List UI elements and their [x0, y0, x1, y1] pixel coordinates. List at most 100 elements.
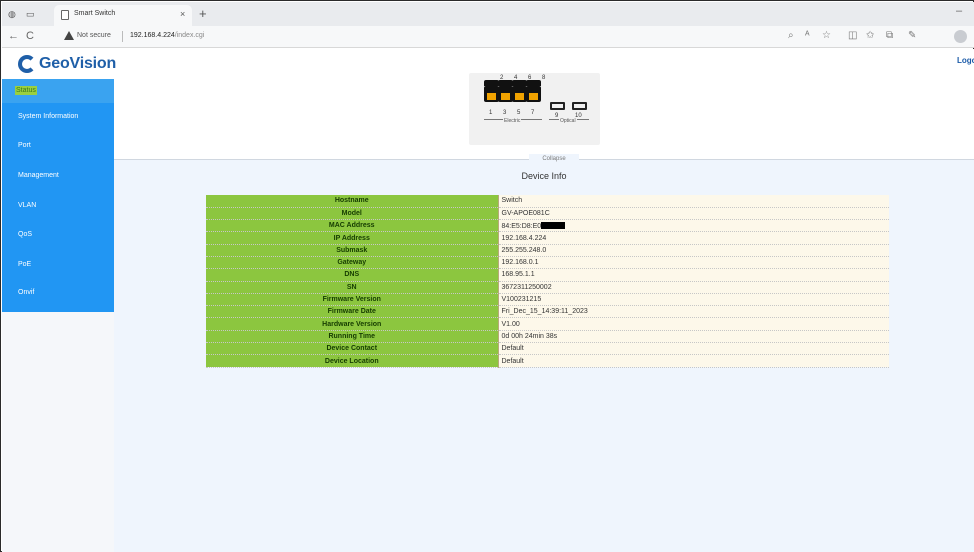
device-info-table: Hostname Switch Model GV-APOE081C MAC Addres…	[206, 195, 889, 368]
info-key: Device Contact	[206, 342, 499, 356]
info-value: 192.168.4.224	[498, 231, 889, 245]
sidebar-item-label: Onvif	[18, 289, 35, 296]
new-tab-button[interactable]: +	[199, 6, 207, 21]
page-title: Device Info	[521, 171, 567, 181]
url-path: /index.cgi	[174, 32, 205, 39]
info-key: DNS	[206, 268, 499, 282]
port-number: 5	[517, 110, 521, 116]
info-value-text: 192.168.0.1	[501, 259, 539, 267]
sidebar-item-management[interactable]: Management	[2, 162, 114, 191]
info-value-text: 255.255.248.0	[501, 246, 547, 254]
sidebar-item-port[interactable]: Port	[2, 132, 114, 161]
tab-actions-icon[interactable]: ▭	[26, 9, 35, 20]
info-key: Running Time	[206, 330, 499, 344]
info-value: V1.00	[498, 317, 889, 331]
collections-icon[interactable]: ⧉	[886, 30, 893, 41]
favorite-star-icon[interactable]: ☆	[822, 30, 831, 41]
address-divider	[122, 31, 123, 42]
table-row: Model GV-APOE081C	[206, 207, 889, 221]
sfp-port-icon[interactable]	[572, 102, 587, 110]
info-value: GV-APOE081C	[498, 207, 889, 221]
extensions-icon[interactable]: ✎	[908, 30, 916, 41]
optical-label: Optical	[559, 118, 577, 124]
back-button[interactable]: ←	[8, 30, 19, 42]
info-value: 0d 00h 24min 38s	[498, 330, 889, 344]
collapse-toggle[interactable]: Collapse	[529, 154, 579, 164]
sidebar-item-poe[interactable]: PoE	[2, 251, 114, 280]
info-value: 168.95.1.1	[498, 268, 889, 282]
split-screen-icon[interactable]: ◫	[848, 30, 857, 41]
sidebar-item-label: Management	[18, 172, 59, 179]
geovision-logo: GeoVision	[18, 53, 116, 75]
table-row: Hostname Switch	[206, 195, 889, 208]
sidebar-item-vlan[interactable]: VLAN	[2, 192, 114, 221]
port-number: 3	[503, 110, 507, 116]
port-number: 8	[542, 75, 546, 81]
info-key: Gateway	[206, 256, 499, 270]
info-value: V100231215	[498, 293, 889, 307]
sidebar-item-label: QoS	[18, 231, 33, 238]
tab-bar: ◍ ▭ Smart Switch × + –	[2, 2, 974, 26]
info-value: 84:E5:D8:E0	[498, 219, 889, 233]
rj45-port-icon[interactable]	[484, 86, 499, 102]
profile-avatar[interactable]	[954, 30, 967, 43]
info-value-text: 168.95.1.1	[501, 271, 535, 279]
rj45-port-icon[interactable]	[498, 86, 513, 102]
table-row: Device Location Default	[206, 354, 889, 368]
info-key: Hostname	[206, 195, 499, 208]
info-key: Hardware Version	[206, 317, 499, 331]
info-key: Firmware Date	[206, 305, 499, 319]
electric-label: Electric	[503, 118, 522, 124]
status-menu-item[interactable]: Status	[15, 86, 37, 95]
table-row: Submask 255.255.248.0	[206, 244, 889, 257]
info-value-text: V100231215	[501, 296, 542, 304]
minimize-button[interactable]: –	[956, 5, 962, 17]
browser-tab[interactable]: Smart Switch ×	[54, 5, 192, 26]
info-value-text: Default	[501, 357, 524, 365]
sfp-port-icon[interactable]	[550, 102, 565, 110]
info-key: Submask	[206, 244, 499, 257]
info-value: 255.255.248.0	[498, 244, 889, 257]
info-key: Model	[206, 207, 499, 221]
close-tab-icon[interactable]: ×	[180, 9, 185, 19]
security-label[interactable]: Not secure	[77, 32, 111, 39]
port-number: 1	[489, 110, 493, 116]
table-row: Running Time 0d 00h 24min 38s	[206, 330, 889, 344]
rj45-port-icon[interactable]	[526, 86, 541, 102]
info-value: Default	[498, 354, 889, 368]
info-value: Switch	[498, 195, 889, 208]
device-panel: 2 4 6 8 1 3 5 7 9 10 Electric Optical	[114, 73, 974, 159]
table-row: DNS 168.95.1.1	[206, 268, 889, 282]
info-value-text: Fri_Dec_15_14:39:11_2023	[501, 308, 588, 316]
sidebar-item-system-information[interactable]: System Information	[2, 103, 114, 132]
info-value-text: 192.168.4.224	[501, 234, 547, 242]
search-icon[interactable]: ⌕	[788, 30, 794, 41]
info-value-text: 3672311250002	[501, 283, 552, 291]
table-row: Firmware Version V100231215	[206, 293, 889, 307]
info-value-text: GV-APOE081C	[501, 209, 550, 217]
favorites-icon[interactable]: ✩	[866, 30, 874, 41]
sidebar-item-qos[interactable]: QoS	[2, 221, 114, 250]
info-value: Fri_Dec_15_14:39:11_2023	[498, 305, 889, 319]
table-row: SN 3672311250002	[206, 281, 889, 294]
page-icon	[61, 10, 69, 20]
info-value-text: 84:E5:D8:E0	[501, 222, 542, 230]
info-key: Firmware Version	[206, 293, 499, 307]
warning-icon[interactable]	[64, 31, 74, 40]
workspaces-icon[interactable]: ◍	[8, 9, 16, 20]
info-value-text: Default	[501, 345, 524, 353]
read-aloud-icon[interactable]: ᴬ	[805, 30, 810, 41]
sidebar: Status System Information Port Managemen…	[2, 79, 114, 552]
web-page: GeoVision Logo Status System Information…	[2, 49, 974, 552]
logout-link[interactable]: Logo	[957, 56, 974, 65]
sidebar-item-label: Port	[18, 142, 31, 149]
url-field[interactable]: 192.168.4.224/index.cgi	[130, 32, 204, 39]
info-key: IP Address	[206, 231, 499, 245]
sidebar-item-label: System Information	[18, 113, 79, 120]
table-row: MAC Address 84:E5:D8:E0	[206, 219, 889, 233]
logo-text: GeoVision	[39, 55, 117, 72]
info-value: 192.168.0.1	[498, 256, 889, 270]
reload-button[interactable]: C	[26, 30, 34, 42]
rj45-port-icon[interactable]	[512, 86, 527, 102]
sidebar-item-onvif[interactable]: Onvif	[2, 279, 114, 308]
